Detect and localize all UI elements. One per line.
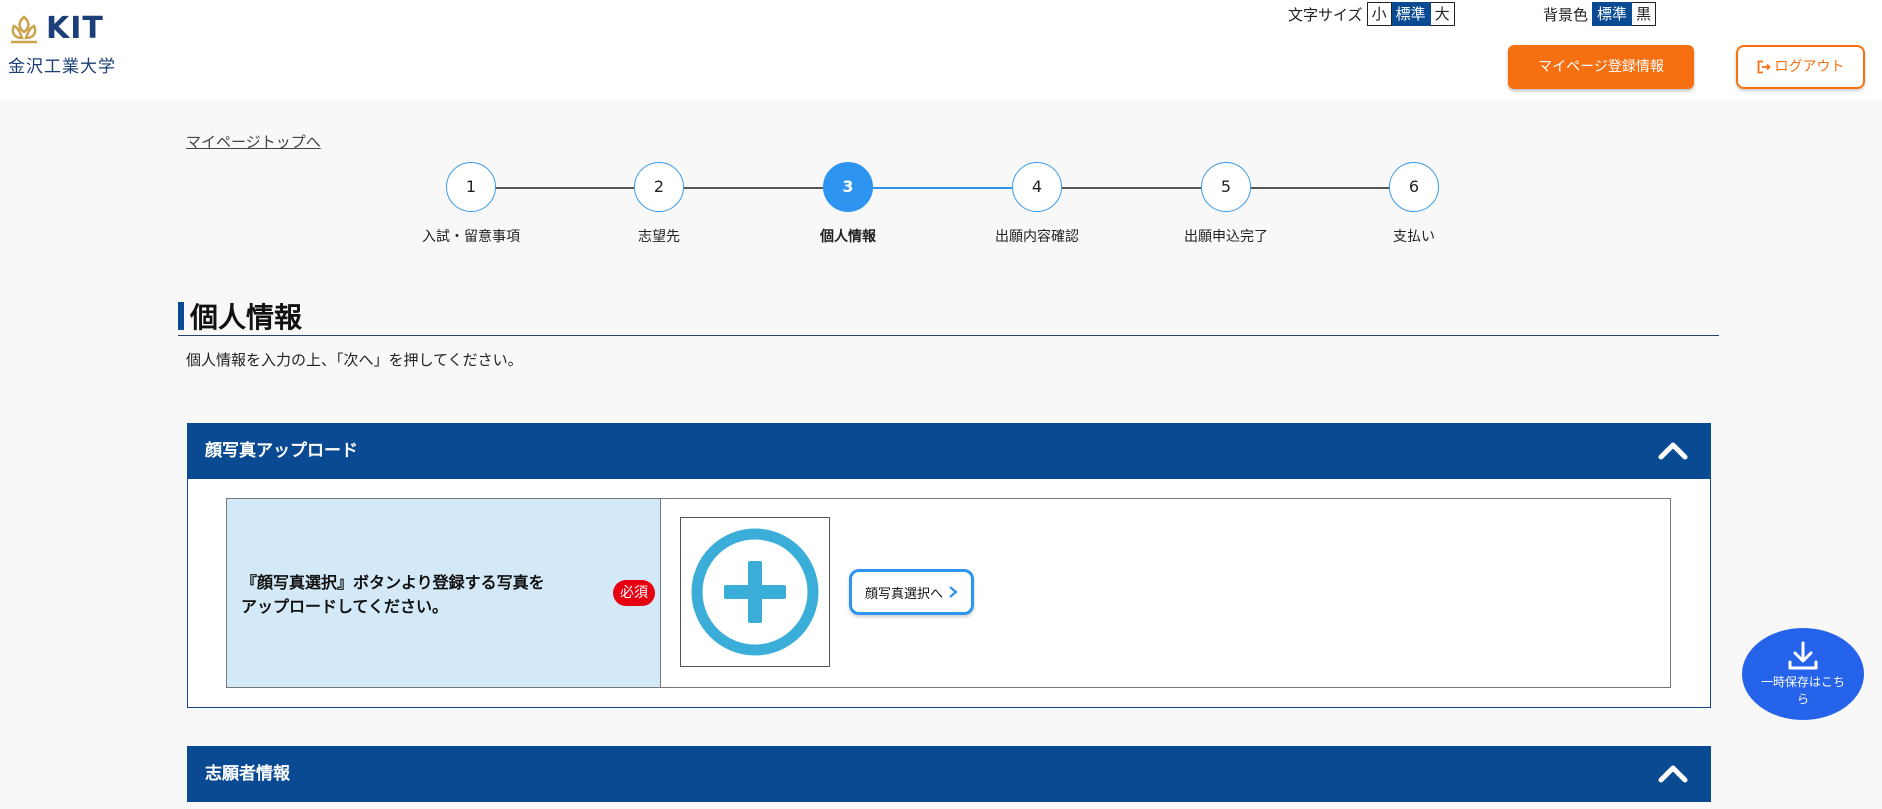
select-photo-label: 顔写真選択へ bbox=[864, 586, 943, 602]
photo-field-instruction-line2: アップロードしてください。 bbox=[241, 597, 449, 616]
download-icon bbox=[1788, 641, 1818, 670]
temporary-save-label: 一時保存はこち ら bbox=[1752, 674, 1854, 708]
background-color-switch: 背景色 標準 黒 bbox=[1543, 2, 1657, 26]
chevron-up-icon[interactable] bbox=[1657, 439, 1689, 461]
step-connector bbox=[1251, 187, 1390, 189]
required-badge: 必須 bbox=[613, 580, 655, 606]
temporary-save-label-line2: ら bbox=[1796, 692, 1809, 706]
step-4-circle: 4 bbox=[1012, 162, 1062, 212]
font-size-small-button[interactable]: 小 bbox=[1366, 2, 1392, 26]
applicant-info-section-header[interactable]: 志願者情報 bbox=[187, 746, 1711, 802]
step-2-circle: 2 bbox=[634, 162, 684, 212]
temporary-save-label-line1: 一時保存はこち bbox=[1760, 675, 1845, 689]
step-2-label: 志望先 bbox=[638, 229, 680, 245]
step-3-circle: 3 bbox=[823, 162, 873, 212]
page-title: 個人情報 bbox=[190, 301, 303, 334]
page-description: 個人情報を入力の上、「次へ」を押してください。 bbox=[186, 351, 523, 369]
background-black-button[interactable]: 黒 bbox=[1632, 2, 1657, 26]
photo-upload-section-title: 顔写真アップロード bbox=[205, 441, 358, 461]
photo-field-label-cell: 『顔写真選択』ボタンより登録する写真を アップロードしてください。 必須 bbox=[227, 499, 661, 687]
logo-subtitle: 金沢工業大学 bbox=[8, 57, 116, 77]
photo-field-value-cell: 顔写真選択へ bbox=[661, 499, 1670, 687]
photo-upload-field: 『顔写真選択』ボタンより登録する写真を アップロードしてください。 必須 顔写真… bbox=[226, 498, 1671, 688]
step-4-label: 出願内容確認 bbox=[995, 229, 1079, 245]
step-6-label: 支払い bbox=[1393, 229, 1435, 245]
chevron-right-icon bbox=[949, 586, 958, 598]
mypage-registration-button[interactable]: マイページ登録情報 bbox=[1508, 45, 1694, 89]
add-photo-icon bbox=[691, 528, 819, 656]
header: KIT 金沢工業大学 文字サイズ 小 標準 大 背景色 標準 黒 マイページ登録… bbox=[0, 0, 1882, 100]
title-divider bbox=[178, 335, 1719, 336]
mypage-top-link[interactable]: マイページトップへ bbox=[186, 131, 321, 152]
step-connector bbox=[873, 187, 1012, 189]
applicant-info-section-title: 志願者情報 bbox=[205, 764, 290, 784]
logout-label: ログアウト bbox=[1774, 59, 1845, 75]
step-connector bbox=[495, 187, 634, 189]
font-size-switch: 文字サイズ 小 標準 大 bbox=[1288, 2, 1455, 26]
university-logo[interactable]: KIT 金沢工業大学 bbox=[8, 11, 118, 78]
photo-upload-section-header[interactable]: 顔写真アップロード bbox=[187, 423, 1711, 479]
step-connector bbox=[1062, 187, 1201, 189]
photo-field-instruction: 『顔写真選択』ボタンより登録する写真を アップロードしてください。 bbox=[241, 571, 545, 619]
background-standard-button[interactable]: 標準 bbox=[1592, 2, 1633, 26]
step-5-circle: 5 bbox=[1201, 162, 1251, 212]
font-size-large-button[interactable]: 大 bbox=[1430, 2, 1455, 26]
chevron-up-icon[interactable] bbox=[1657, 762, 1689, 784]
photo-preview[interactable] bbox=[680, 517, 830, 667]
logout-icon bbox=[1757, 60, 1771, 74]
step-1-circle: 1 bbox=[446, 162, 496, 212]
logo-text: KIT bbox=[46, 11, 104, 46]
temporary-save-button[interactable]: 一時保存はこち ら bbox=[1742, 628, 1864, 720]
page-title-accent bbox=[178, 302, 184, 330]
font-size-standard-button[interactable]: 標準 bbox=[1391, 2, 1431, 26]
step-connector bbox=[684, 187, 823, 189]
font-size-label: 文字サイズ bbox=[1288, 5, 1363, 24]
select-photo-button[interactable]: 顔写真選択へ bbox=[849, 569, 974, 615]
logout-button[interactable]: ログアウト bbox=[1736, 45, 1865, 89]
step-6-circle: 6 bbox=[1389, 162, 1439, 212]
step-1-label: 入試・留意事項 bbox=[422, 229, 520, 245]
step-3-label: 個人情報 bbox=[820, 229, 876, 245]
background-color-label: 背景色 bbox=[1543, 5, 1589, 24]
logo-mark-icon bbox=[11, 15, 37, 44]
step-5-label: 出願申込完了 bbox=[1184, 229, 1268, 245]
photo-field-instruction-line1: 『顔写真選択』ボタンより登録する写真を bbox=[241, 573, 545, 592]
